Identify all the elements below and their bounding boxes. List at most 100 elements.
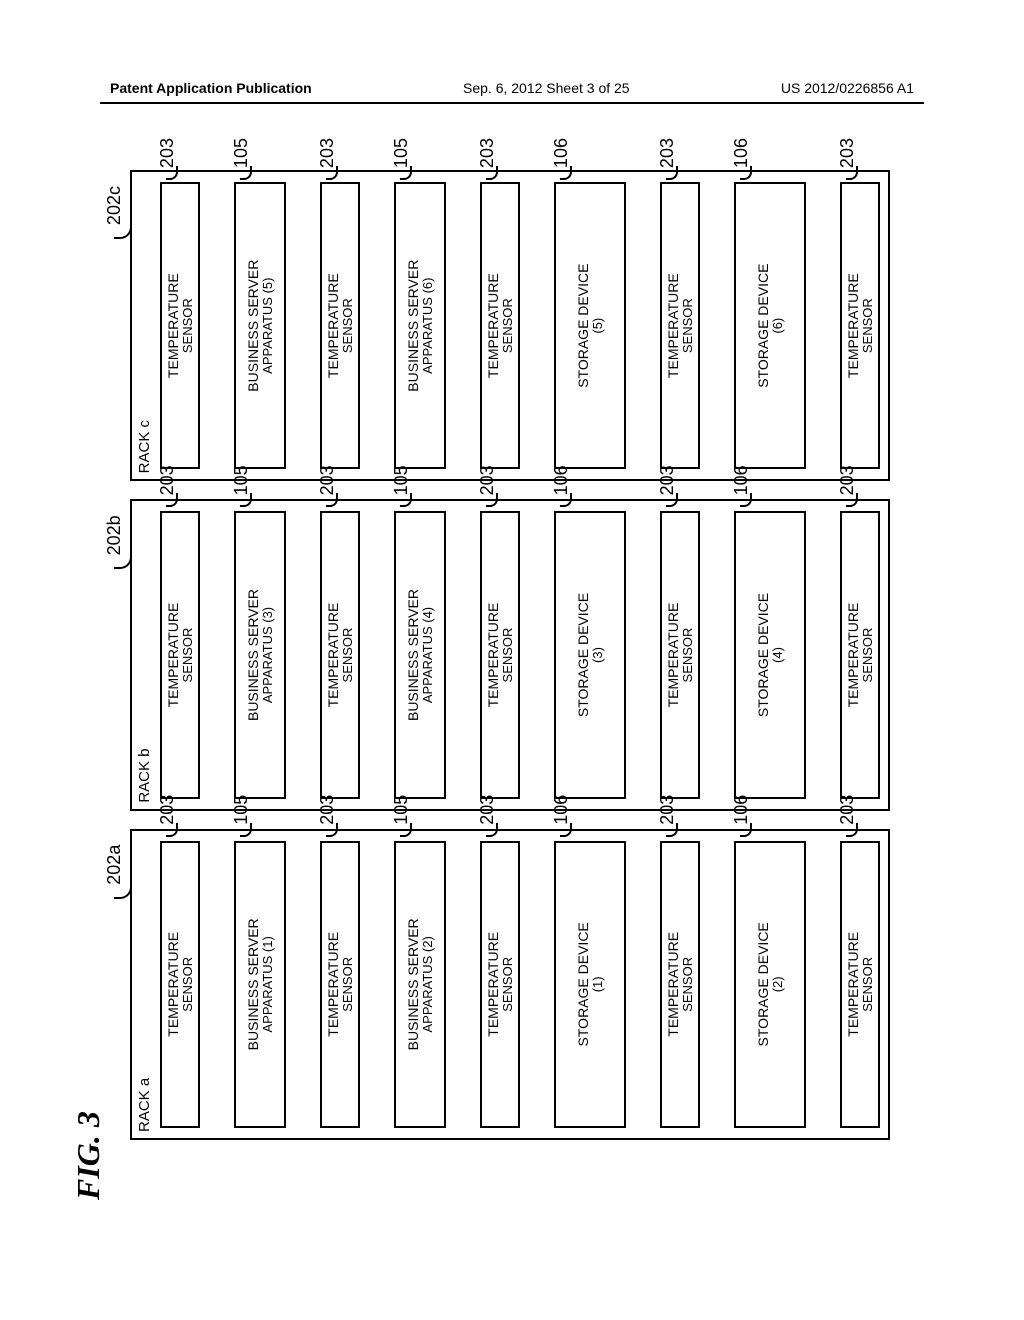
slot-reference-number: 203 — [158, 138, 177, 168]
slot-label-line2: (4) — [771, 647, 785, 663]
slot-label-line1: TEMPERATURE — [166, 603, 181, 708]
slot-label-line2: SENSOR — [681, 957, 695, 1012]
slot-label-line2: SENSOR — [681, 298, 695, 353]
slot-reference-number: 203 — [318, 138, 337, 168]
rack-1: RACK a202aTEMPERATURESENSOR203BUSINESS S… — [130, 829, 890, 1140]
rack-reference-number: 202a — [104, 845, 125, 885]
slot-label-line1: TEMPERATURE — [666, 273, 681, 378]
slot-label-line2: SENSOR — [181, 628, 195, 683]
slot-label-line1: TEMPERATURE — [486, 932, 501, 1037]
slot-label-line1: BUSINESS SERVER — [406, 260, 421, 392]
server-slot: BUSINESS SERVERAPPARATUS (2)105 — [394, 841, 446, 1128]
header-right: US 2012/0226856 A1 — [781, 80, 914, 96]
sensor-slot: TEMPERATURESENSOR203 — [840, 511, 880, 798]
header-center: Sep. 6, 2012 Sheet 3 of 25 — [463, 80, 630, 96]
storage-slot: STORAGE DEVICE(1)106 — [554, 841, 626, 1128]
slot-label-line2: APPARATUS (1) — [261, 936, 275, 1032]
page-header: Patent Application Publication Sep. 6, 2… — [0, 80, 1024, 96]
slot-label-line1: TEMPERATURE — [486, 603, 501, 708]
slot-label-line1: STORAGE DEVICE — [576, 593, 591, 717]
slot-label-line2: APPARATUS (6) — [421, 278, 435, 374]
slot-label-line2: APPARATUS (4) — [421, 607, 435, 703]
slot-reference-number: 203 — [478, 138, 497, 168]
slot-reference-number: 105 — [392, 138, 411, 168]
figure-3: FIG. 3 RACK a202aTEMPERATURESENSOR203BUS… — [0, 305, 1024, 1065]
slot-label-line2: APPARATUS (2) — [421, 936, 435, 1032]
sensor-slot: TEMPERATURESENSOR203 — [160, 841, 200, 1128]
rack-3: RACK c202cTEMPERATURESENSOR203BUSINESS S… — [130, 170, 890, 481]
slot-label-line2: SENSOR — [501, 957, 515, 1012]
header-rule — [100, 102, 924, 104]
server-slot: BUSINESS SERVERAPPARATUS (1)105 — [234, 841, 286, 1128]
slot-label-line2: (3) — [591, 647, 605, 663]
slot-label-line2: SENSOR — [861, 628, 875, 683]
slot-label-line1: BUSINESS SERVER — [246, 260, 261, 392]
slot-label-line1: STORAGE DEVICE — [756, 264, 771, 388]
rack-reference-number: 202b — [104, 515, 125, 555]
slot-label-line2: (6) — [771, 318, 785, 334]
slot-label-line2: SENSOR — [341, 957, 355, 1012]
slot-label-line2: SENSOR — [501, 628, 515, 683]
sensor-slot: TEMPERATURESENSOR203 — [660, 841, 700, 1128]
rack-2: RACK b202bTEMPERATURESENSOR203BUSINESS S… — [130, 499, 890, 810]
slot-reference-number: 203 — [658, 138, 677, 168]
server-slot: BUSINESS SERVERAPPARATUS (4)105 — [394, 511, 446, 798]
server-slot: BUSINESS SERVERAPPARATUS (6)105 — [394, 182, 446, 469]
slot-reference-number: 106 — [552, 138, 571, 168]
storage-slot: STORAGE DEVICE(4)106 — [734, 511, 806, 798]
server-slot: BUSINESS SERVERAPPARATUS (3)105 — [234, 511, 286, 798]
sensor-slot: TEMPERATURESENSOR203 — [320, 841, 360, 1128]
sensor-slot: TEMPERATURESENSOR203 — [840, 182, 880, 469]
slot-reference-number: 105 — [232, 138, 251, 168]
slot-label-line1: STORAGE DEVICE — [576, 922, 591, 1046]
rack-reference-number: 202c — [104, 186, 125, 225]
slot-label-line1: TEMPERATURE — [666, 603, 681, 708]
slot-label-line1: TEMPERATURE — [166, 932, 181, 1037]
slot-label-line2: SENSOR — [501, 298, 515, 353]
slot-label-line2: SENSOR — [341, 628, 355, 683]
sensor-slot: TEMPERATURESENSOR203 — [320, 182, 360, 469]
slot-label-line1: BUSINESS SERVER — [246, 918, 261, 1050]
slot-label-line2: SENSOR — [861, 298, 875, 353]
slot-label-line2: SENSOR — [861, 957, 875, 1012]
sensor-slot: TEMPERATURESENSOR203 — [480, 841, 520, 1128]
slot-label-line1: TEMPERATURE — [846, 603, 861, 708]
slot-label-line2: (2) — [771, 976, 785, 992]
sensor-slot: TEMPERATURESENSOR203 — [480, 511, 520, 798]
sensor-slot: TEMPERATURESENSOR203 — [320, 511, 360, 798]
slot-label-line1: STORAGE DEVICE — [576, 264, 591, 388]
slot-label-line2: APPARATUS (5) — [261, 278, 275, 374]
slot-label-line2: APPARATUS (3) — [261, 607, 275, 703]
sensor-slot: TEMPERATURESENSOR203 — [840, 841, 880, 1128]
storage-slot: STORAGE DEVICE(6)106 — [734, 182, 806, 469]
sensor-slot: TEMPERATURESENSOR203 — [660, 511, 700, 798]
sensor-slot: TEMPERATURESENSOR203 — [480, 182, 520, 469]
slot-label-line1: TEMPERATURE — [846, 932, 861, 1037]
slot-label-line1: TEMPERATURE — [846, 273, 861, 378]
slot-label-line1: BUSINESS SERVER — [406, 918, 421, 1050]
slot-label-line2: (1) — [591, 976, 605, 992]
rack-title: RACK b — [136, 748, 153, 802]
figure-label: FIG. 3 — [70, 1111, 107, 1200]
slot-label-line1: TEMPERATURE — [666, 932, 681, 1037]
slot-label-line1: TEMPERATURE — [486, 273, 501, 378]
slot-reference-number: 203 — [838, 138, 857, 168]
slot-label-line1: TEMPERATURE — [326, 273, 341, 378]
slot-label-line1: TEMPERATURE — [166, 273, 181, 378]
sensor-slot: TEMPERATURESENSOR203 — [160, 511, 200, 798]
slot-reference-number: 106 — [732, 138, 751, 168]
slot-label-line2: SENSOR — [181, 957, 195, 1012]
slot-label-line2: SENSOR — [341, 298, 355, 353]
sensor-slot: TEMPERATURESENSOR203 — [660, 182, 700, 469]
storage-slot: STORAGE DEVICE(2)106 — [734, 841, 806, 1128]
slot-label-line2: SENSOR — [681, 628, 695, 683]
slot-label-line1: BUSINESS SERVER — [406, 589, 421, 721]
slot-label-line1: TEMPERATURE — [326, 603, 341, 708]
slot-label-line2: (5) — [591, 318, 605, 334]
server-slot: BUSINESS SERVERAPPARATUS (5)105 — [234, 182, 286, 469]
storage-slot: STORAGE DEVICE(5)106 — [554, 182, 626, 469]
rack-title: RACK a — [136, 1078, 153, 1132]
sensor-slot: TEMPERATURESENSOR203 — [160, 182, 200, 469]
slot-label-line1: TEMPERATURE — [326, 932, 341, 1037]
header-left: Patent Application Publication — [110, 80, 312, 96]
